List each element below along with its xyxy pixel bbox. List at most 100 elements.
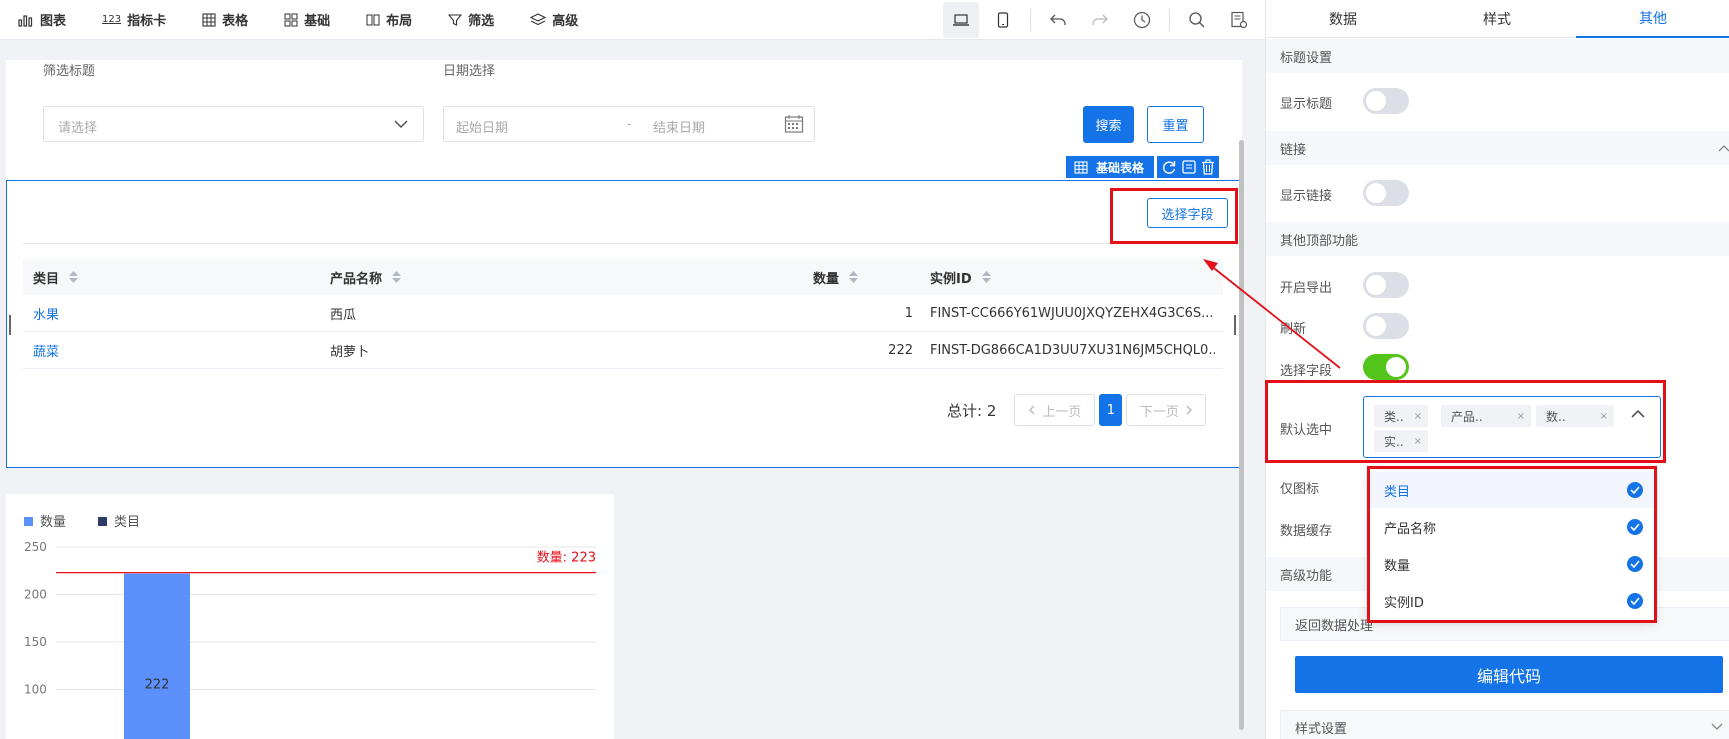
desktop-view-button[interactable] (943, 2, 979, 38)
calendar-icon (784, 115, 804, 133)
refresh-icon[interactable] (1161, 159, 1177, 175)
sort-icon[interactable] (392, 271, 402, 283)
document-settings-icon (1231, 11, 1248, 29)
check-icon (1627, 556, 1643, 572)
y-tick-label: 200 (24, 588, 47, 602)
option-instance-id[interactable]: 实例ID (1368, 583, 1655, 619)
select-field-toggle[interactable] (1363, 354, 1409, 380)
column-header-quantity[interactable]: 数量 (813, 259, 923, 295)
filter-select-title: 筛选标题 (43, 64, 96, 79)
toolbar-layout[interactable]: 布局 (348, 0, 430, 40)
table-cell-instance-id: FINST-CC666Y61WJUU0JXQYZEHX4G3C6S... (930, 305, 1214, 321)
section-link-label: 链接 (1280, 142, 1307, 158)
search-button[interactable]: 搜索 (1083, 106, 1134, 143)
option-quantity[interactable]: 数量 (1368, 546, 1655, 582)
enable-export-toggle[interactable] (1363, 272, 1409, 298)
date-range-picker[interactable]: 起始日期 - 结束日期 (443, 106, 815, 142)
toggle-knob (1366, 316, 1386, 336)
basic-table-component[interactable]: 选择字段 类目 产品名称 数量 实例ID 水果 西瓜 1 FINST-CC666… (6, 180, 1242, 468)
resize-handle-right[interactable] (1234, 315, 1236, 335)
sort-icon[interactable] (981, 271, 991, 283)
table-cell-category[interactable]: 蔬菜 (33, 332, 59, 368)
table-cell-product: 胡萝卜 (330, 344, 370, 360)
section-link: 链接 (1266, 131, 1729, 165)
bar-chart: 数量 类目 250 200 150 100 222 数量: 223 (24, 515, 596, 739)
table-cell-instance-id: FINST-DG866CA1D3UU7XU31N6JM5CHQL0... (930, 342, 1215, 358)
section-style-settings[interactable]: 样式设置 (1280, 710, 1729, 739)
toolbar-separator (1169, 9, 1170, 31)
chip-close-icon[interactable]: × (1600, 411, 1608, 422)
default-selected-multiselect[interactable]: 类.. × 产品.. × 数.. × 实.. × (1363, 396, 1661, 458)
chevron-up-icon[interactable] (1718, 144, 1729, 152)
filter-date-title: 日期选择 (443, 64, 496, 79)
column-header-instance-id[interactable]: 实例ID (930, 259, 1210, 295)
select-field-button[interactable]: 选择字段 (1147, 198, 1228, 228)
tab-data[interactable]: 数据 (1266, 0, 1420, 38)
toggle-knob (1366, 275, 1386, 295)
undo-button[interactable] (1040, 2, 1076, 38)
bar-chart-component[interactable]: 数量 类目 250 200 150 100 222 数量: 223 (6, 494, 614, 739)
settings-doc-button[interactable] (1221, 2, 1257, 38)
sort-icon[interactable] (849, 271, 859, 283)
table-row: 水果 西瓜 1 FINST-CC666Y61WJUU0JXQYZEHX4G3C6… (23, 295, 1223, 332)
tab-style[interactable]: 样式 (1420, 0, 1574, 38)
legend-swatch (98, 517, 107, 526)
toolbar-basic[interactable]: 基础 (266, 0, 348, 40)
option-product-name[interactable]: 产品名称 (1368, 509, 1655, 545)
show-title-toggle[interactable] (1363, 88, 1409, 114)
toolbar-metric-card[interactable]: 123 指标卡 (84, 0, 184, 40)
copy-icon[interactable] (1181, 159, 1197, 175)
chip-close-icon[interactable]: × (1517, 411, 1525, 422)
chip-close-icon[interactable]: × (1414, 411, 1422, 422)
prop-show-link-label: 显示链接 (1280, 189, 1333, 204)
edit-code-button[interactable]: 编辑代码 (1295, 656, 1723, 693)
show-link-toggle[interactable] (1363, 180, 1409, 206)
prop-refresh-label: 刷新 (1280, 322, 1307, 337)
selected-chip: 实.. × (1374, 430, 1429, 452)
toolbar-layout-label: 布局 (386, 14, 413, 29)
component-tag-label[interactable]: 基础表格 (1066, 156, 1155, 178)
refresh-toggle[interactable] (1363, 313, 1409, 339)
trash-icon[interactable] (1201, 159, 1215, 175)
toolbar-filter[interactable]: 筛选 (430, 0, 512, 40)
chevron-down-icon (1711, 723, 1723, 730)
prop-default-selected-label: 默认选中 (1280, 423, 1333, 438)
chip-close-icon[interactable]: × (1414, 436, 1422, 447)
option-category[interactable]: 类目 (1368, 472, 1655, 508)
bar (124, 573, 190, 739)
grid-icon (284, 13, 298, 26)
tab-other[interactable]: 其他 (1576, 0, 1729, 38)
properties-panel: 数据 样式 其他 标题设置 显示标题 链接 显示链接 其他顶部功能 开启导出 刷… (1265, 0, 1729, 739)
toolbar-separator (1030, 9, 1031, 31)
mobile-view-button[interactable] (985, 2, 1021, 38)
column-header-product[interactable]: 产品名称 (330, 259, 630, 295)
mobile-icon (997, 12, 1009, 28)
resize-handle-left[interactable] (9, 315, 11, 335)
column-header-category[interactable]: 类目 (33, 259, 293, 295)
toggle-knob (1386, 357, 1406, 377)
next-page-button[interactable]: 下一页 (1126, 394, 1207, 426)
redo-button[interactable] (1082, 2, 1118, 38)
table-cell-category[interactable]: 水果 (33, 295, 59, 331)
reset-button[interactable]: 重置 (1147, 106, 1204, 143)
toolbar-table[interactable]: 表格 (184, 0, 266, 40)
filter-select[interactable]: 请选择 (43, 106, 424, 142)
chevron-up-icon[interactable] (1630, 409, 1646, 419)
date-separator: - (627, 117, 632, 132)
canvas-scrollbar[interactable] (1239, 140, 1244, 730)
toolbar-advanced[interactable]: 高级 (512, 0, 596, 40)
toolbar-chart[interactable]: 图表 (0, 0, 84, 40)
toolbar-basic-label: 基础 (304, 14, 331, 29)
history-button[interactable] (1124, 2, 1160, 38)
section-title-settings: 标题设置 (1266, 39, 1729, 73)
page-1-button[interactable]: 1 (1099, 394, 1123, 426)
sort-icon[interactable] (69, 271, 79, 283)
search-button[interactable] (1179, 2, 1215, 38)
selected-chip: 类.. × (1374, 405, 1429, 427)
prev-page-button[interactable]: 上一页 (1014, 394, 1096, 426)
number-icon: 123 (102, 14, 122, 25)
clock-icon (1133, 11, 1151, 29)
toolbar-filter-label: 筛选 (468, 14, 495, 29)
date-end: 结束日期 (653, 121, 706, 136)
check-icon (1627, 482, 1643, 498)
